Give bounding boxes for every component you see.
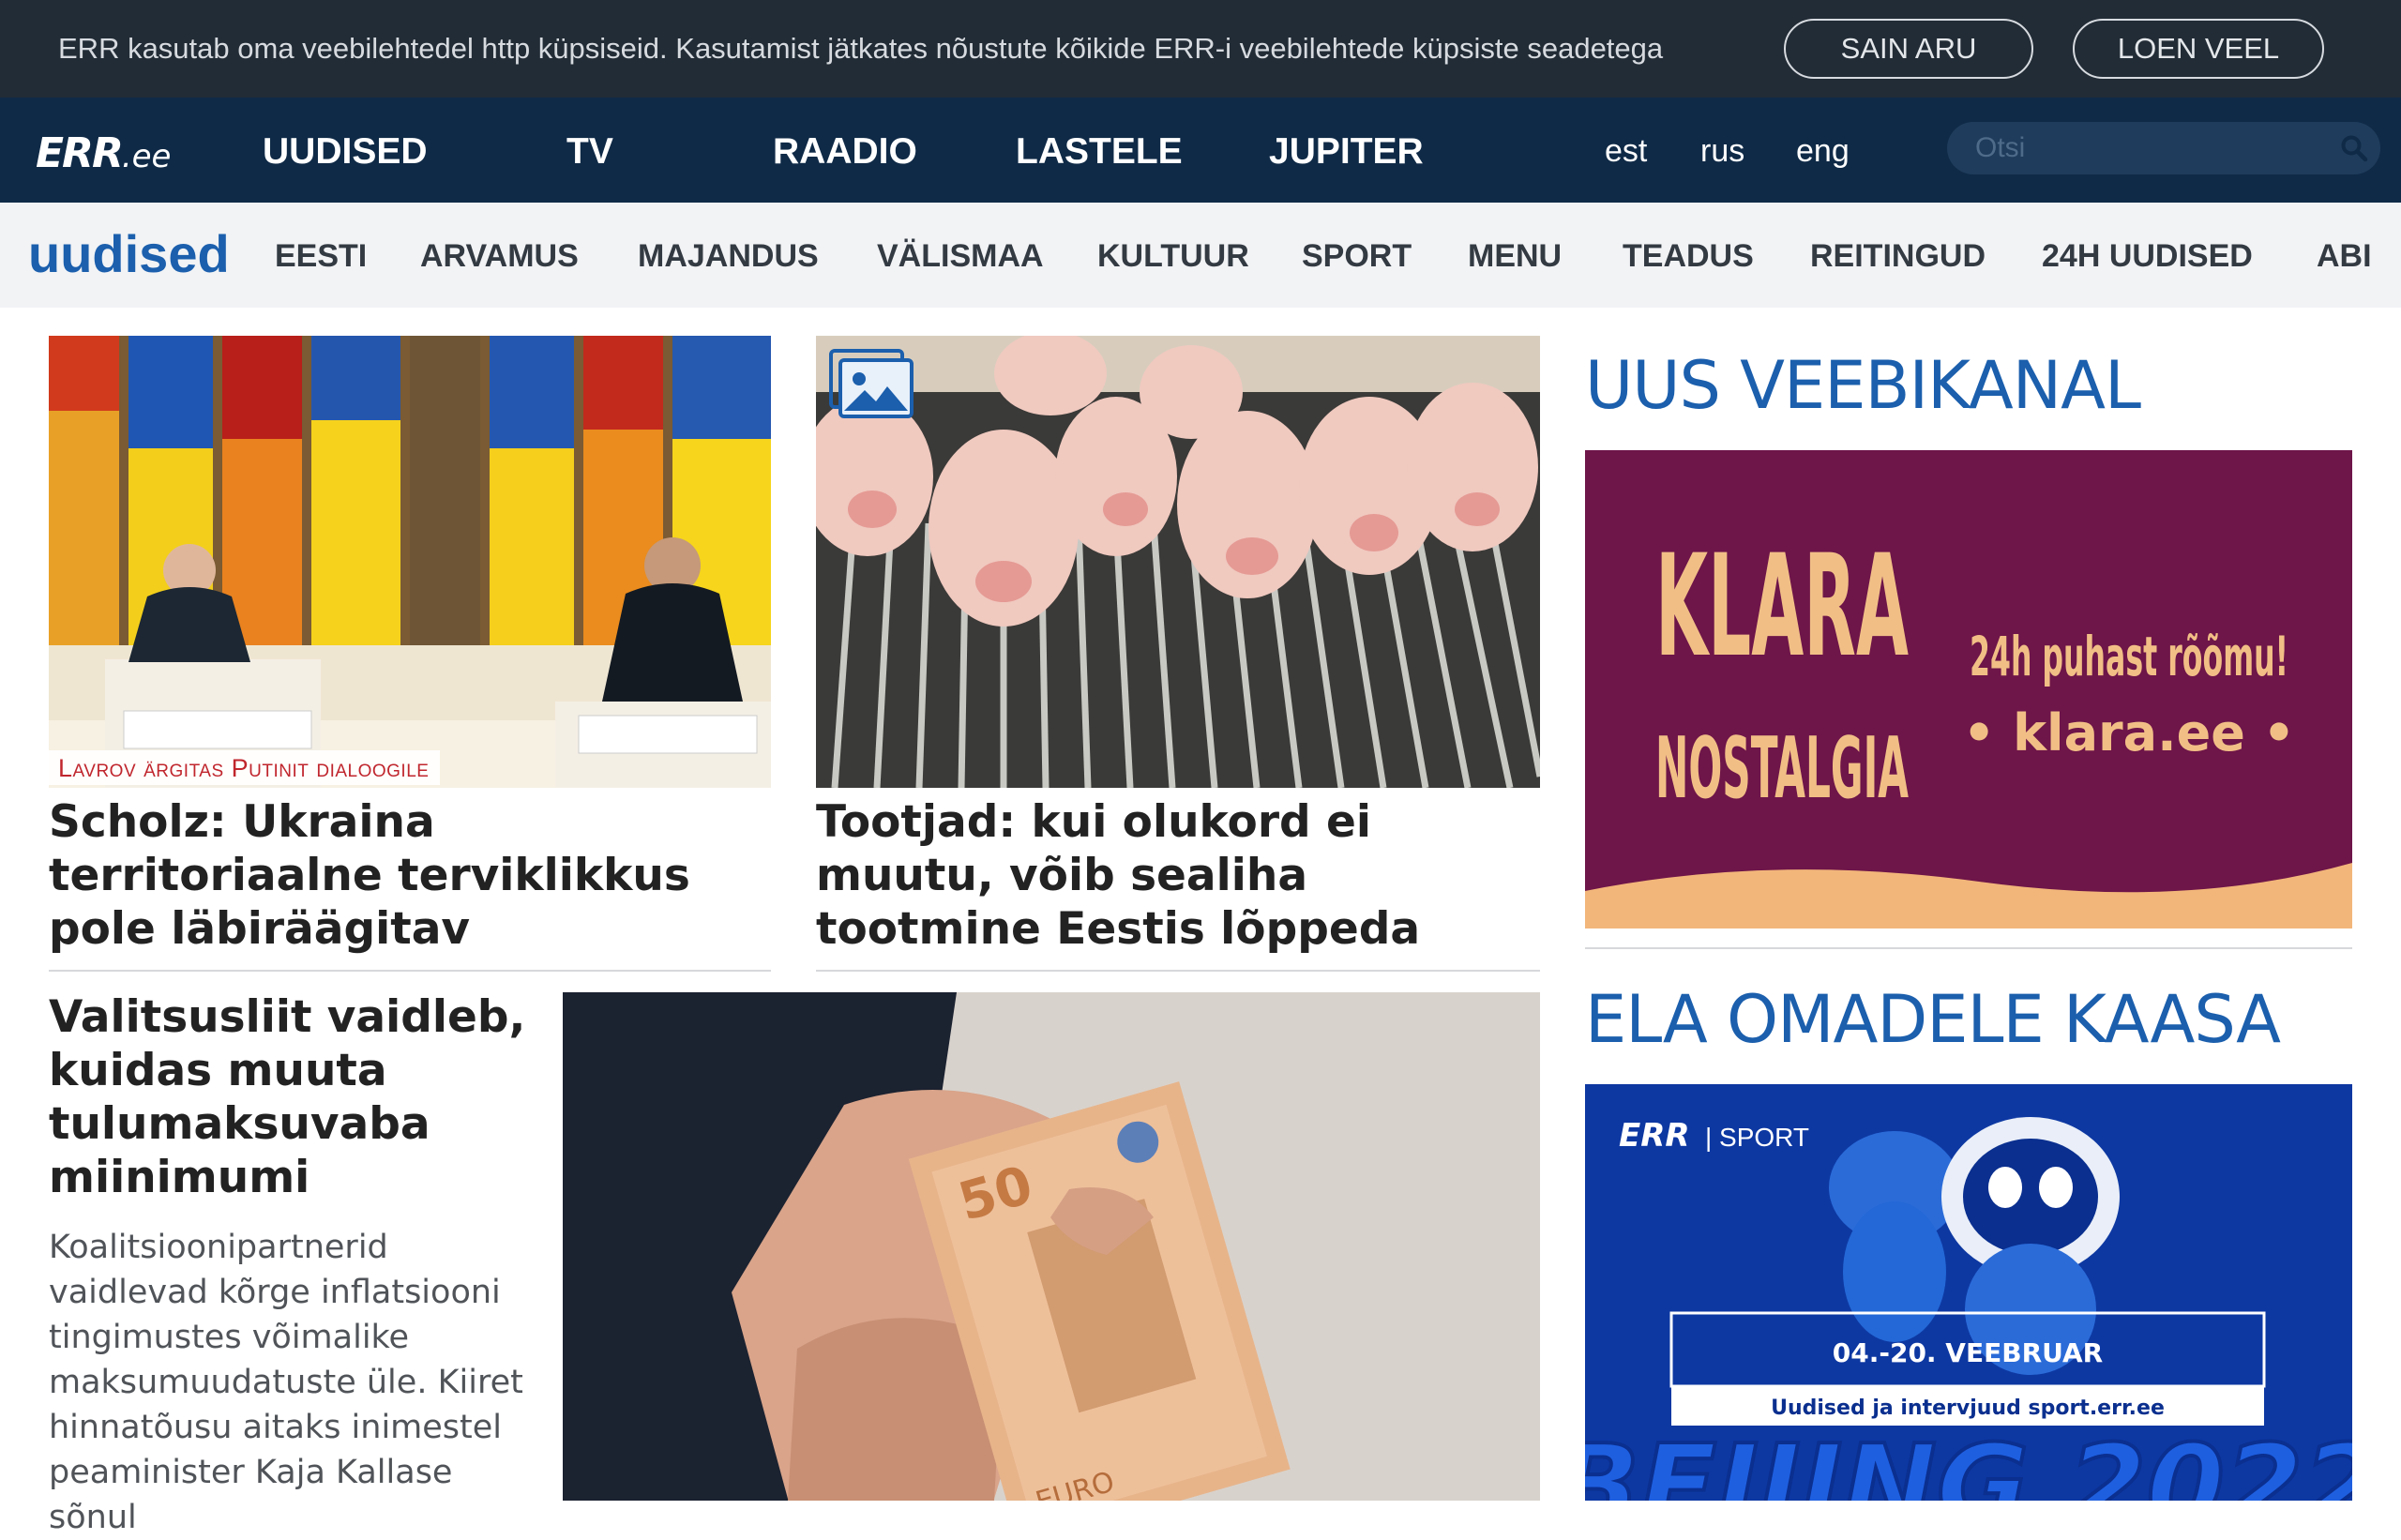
lang-rus-link[interactable]: rus [1700, 133, 1744, 170]
section-item-majandus[interactable]: MAJANDUS [638, 238, 819, 275]
article-1-kicker[interactable]: Lavrov ärgitas Putinit dialoogile [49, 750, 441, 785]
err-sport-beijing-banner[interactable]: ERR | SPORT 04.-20. VEEBRUAR Uudised ja … [1585, 1084, 2352, 1501]
article-3-headline[interactable]: Valitsusliit vaidleb, kuidas muuta tulum… [49, 990, 536, 1204]
section-navigation: uudised EESTI ARVAMUS MAJANDUS VÄLISMAA … [0, 203, 2401, 308]
main-navigation: ERR.ee UUDISED TV RAADIO LASTELE JUPITER… [0, 98, 2401, 203]
err-sport-brand: ERR [1619, 1117, 1690, 1155]
section-item-reitingud[interactable]: REITINGUD [1810, 238, 1986, 275]
sidebar-divider [1585, 947, 2352, 949]
section-item-valismaa[interactable]: VÄLISMAA [877, 238, 1044, 275]
err-sport-section: | SPORT [1705, 1123, 1809, 1152]
sport-subtitle: Uudised ja intervjuud sport.err.ee [1771, 1397, 2165, 1420]
cookie-read-more-button[interactable]: LOEN VEEL [2073, 19, 2324, 79]
search-input[interactable] [1975, 129, 2313, 167]
article-1-image[interactable] [49, 336, 771, 788]
klara-title: KLARA [1655, 525, 1909, 688]
article-divider [816, 970, 1540, 972]
article-3-image[interactable]: 50 EURO [563, 992, 1540, 1501]
section-item-24h-uudised[interactable]: 24H UUDISED [2042, 238, 2253, 275]
sport-dates: 04.-20. VEEBRUAR [1833, 1337, 2104, 1368]
cookie-notice-text: ERR kasutab oma veebilehtedel http küpsi… [58, 32, 1664, 65]
section-item-abi[interactable]: ABI [2317, 238, 2372, 275]
klara-subtitle: NOSTALGIA [1655, 719, 1909, 818]
cookie-banner: ERR kasutab oma veebilehtedel http küpsi… [0, 0, 2401, 98]
sidebar-title-ela-omadele-kaasa: ELA OMADELE KAASA [1585, 981, 2281, 1058]
beijing-2022-text: BEIJING 2022 [1585, 1422, 2352, 1501]
klara-slogan: 24h puhast rõõmu! [1970, 625, 2288, 688]
err-logo[interactable]: ERR.ee [36, 129, 171, 177]
lang-eng-link[interactable]: eng [1796, 133, 1850, 170]
article-divider [49, 970, 771, 972]
article-3-lead: Koalitsioonipartnerid vaidlevad kõrge in… [49, 1229, 523, 1536]
section-item-sport[interactable]: SPORT [1302, 238, 1412, 275]
nav-item-raadio[interactable]: RAADIO [773, 131, 917, 173]
klara-url: • klara.ee • [1963, 703, 2295, 762]
section-item-eesti[interactable]: EESTI [275, 238, 367, 275]
uudised-section-logo[interactable]: uudised [28, 223, 230, 284]
article-2-image[interactable] [816, 336, 1540, 788]
gallery-icon [829, 349, 914, 418]
sidebar-title-uus-veebikanal: UUS VEEBIKANAL [1585, 347, 2141, 424]
nav-item-uudised[interactable]: UUDISED [263, 131, 428, 173]
section-item-teadus[interactable]: TEADUS [1623, 238, 1754, 275]
nav-item-tv[interactable]: TV [566, 131, 613, 173]
klara-nostalgia-banner[interactable]: KLARA NOSTALGIA 24h puhast rõõmu! • klar… [1585, 450, 2352, 929]
section-item-kultuur[interactable]: KULTUUR [1097, 238, 1249, 275]
lang-est-link[interactable]: est [1605, 133, 1647, 170]
section-item-menu[interactable]: MENU [1468, 238, 1562, 275]
article-1-headline[interactable]: Scholz: Ukraina territoriaalne terviklik… [49, 795, 762, 956]
cookie-accept-button[interactable]: SAIN ARU [1784, 19, 2033, 79]
nav-item-jupiter[interactable]: JUPITER [1269, 131, 1424, 173]
search-box [1947, 122, 2380, 174]
article-2-headline[interactable]: Tootjad: kui olukord ei muutu, võib seal… [816, 795, 1529, 956]
section-item-arvamus[interactable]: ARVAMUS [420, 238, 579, 275]
search-icon[interactable] [2339, 133, 2369, 163]
nav-item-lastele[interactable]: LASTELE [1016, 131, 1183, 173]
